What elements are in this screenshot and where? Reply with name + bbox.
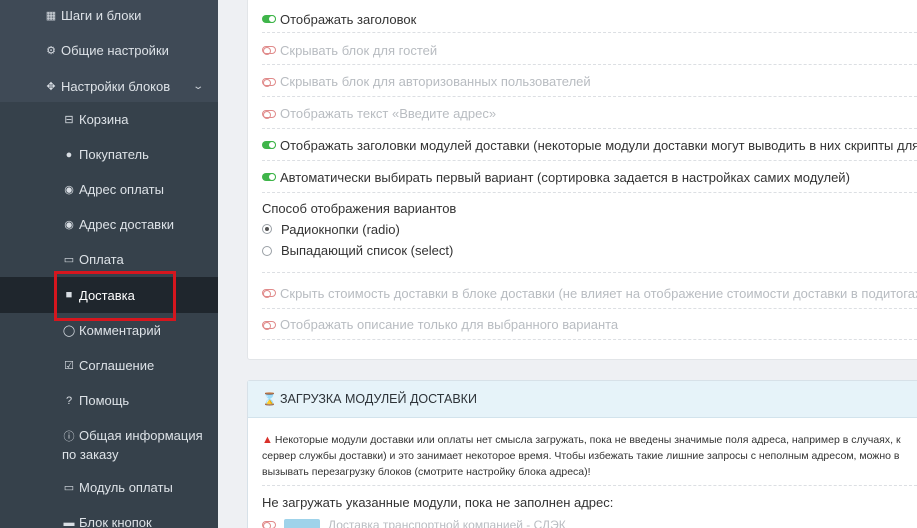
sidebar-item-label: Оплата: [79, 252, 124, 267]
warning-message: ▲ Некоторые модули доставки или оплаты не…: [262, 432, 917, 480]
module-badge: [284, 519, 320, 528]
sidebar-item-label: Настройки блоков: [61, 78, 171, 94]
minus-icon: ▬: [63, 516, 75, 528]
divider: [262, 485, 917, 486]
credit-card-icon: ▭: [63, 254, 75, 266]
sidebar: ▦ Шаги и блоки ⚙ Общие настройки ✥ Настр…: [0, 0, 218, 528]
sidebar-item-steps-blocks[interactable]: ▦ Шаги и блоки: [0, 0, 218, 30]
toggle-row-hide-cost[interactable]: Скрыть стоимость доставки в блоке достав…: [262, 278, 917, 309]
toggle-label: Отображать описание только для выбранног…: [280, 317, 619, 332]
highlight-annotation: [54, 271, 176, 321]
sidebar-item-cart[interactable]: ⊟ Корзина: [0, 102, 218, 137]
toggle-label: Отображать заголовок: [280, 11, 417, 27]
radio-option-radio[interactable]: Радиокнопки (radio): [262, 219, 917, 239]
toggle-off-icon[interactable]: [262, 109, 276, 119]
warning-line: вызывать перезагрузку блоков (смотрите н…: [262, 466, 591, 478]
toggle-off-icon[interactable]: [262, 77, 276, 87]
sidebar-item-help[interactable]: ? Помощь: [0, 383, 218, 418]
sidebar-item-label: Общие настройки: [61, 42, 169, 58]
sidebar-item-label: Модуль оплаты: [79, 480, 173, 495]
question-icon: ?: [65, 394, 73, 407]
gear-icon: ⚙: [46, 44, 56, 57]
sidebar-item-shipping-address[interactable]: ◉ Адрес доставки: [0, 207, 218, 242]
sidebar-item-label-line2: по заказу: [62, 447, 119, 462]
display-mode-label: Способ отображения вариантов: [262, 200, 457, 216]
warning-text: Некоторые модули доставки или оплаты нет…: [274, 434, 901, 446]
sidebar-item-block-settings[interactable]: ✥ Настройки блоков ⌄: [0, 70, 218, 102]
toggle-label: Скрывать блок для авторизованных пользов…: [280, 74, 591, 89]
basket-icon: ⊟: [64, 114, 74, 126]
warning-icon: ▲: [262, 434, 273, 446]
sidebar-item-label: Адрес оплаты: [79, 182, 164, 197]
chevron-down-icon: ⌄: [191, 80, 204, 92]
sidebar-item-label: Общая информация: [79, 428, 203, 443]
sidebar-item-label: Покупатель: [79, 147, 149, 162]
sidebar-item-label-group: ⓘ Общая информация по заказу: [62, 427, 203, 463]
toggle-label: Скрыть стоимость доставки в блоке достав…: [280, 285, 917, 301]
loading-modules-header: ⌛ ЗАГРУЗКА МОДУЛЕЙ ДОСТАВКИ: [248, 381, 917, 418]
toggle-row-enter-address-text[interactable]: Отображать текст «Введите адрес»: [262, 99, 917, 129]
user-icon: ●: [65, 148, 73, 161]
puzzle-icon: ✥: [46, 80, 56, 93]
sidebar-item-payment-module[interactable]: ▭ Модуль оплаты: [0, 470, 218, 505]
radio-checked-icon[interactable]: [262, 224, 272, 234]
warning-line: сервер службы доставки) и это занимает н…: [262, 450, 900, 462]
toggle-on-icon[interactable]: [262, 15, 276, 23]
sidebar-item-label: Шаги и блоки: [61, 7, 142, 23]
sidebar-item-order-info[interactable]: ⓘ Общая информация по заказу: [0, 418, 218, 470]
toggle-row-auto-select-first[interactable]: Автоматически выбирать первый вариант (с…: [262, 162, 917, 193]
toggle-off-icon[interactable]: [262, 320, 276, 330]
warning-line: ▲ Некоторые модули доставки или оплаты не…: [262, 432, 917, 448]
sidebar-item-buyer[interactable]: ● Покупатель: [0, 137, 218, 172]
radio-label: Радиокнопки (radio): [281, 221, 400, 237]
sidebar-item-general-settings[interactable]: ⚙ Общие настройки: [0, 35, 218, 65]
sidebar-item-label: Адрес доставки: [79, 217, 175, 232]
sidebar-item-label: Комментарий: [79, 323, 161, 338]
sidebar-item-buttons-block[interactable]: ▬ Блок кнопок: [0, 505, 218, 528]
toggle-on-icon[interactable]: [262, 141, 276, 149]
toggle-off-icon[interactable]: [262, 289, 276, 298]
toggle-on-icon[interactable]: [262, 173, 276, 181]
grid-icon: ▦: [45, 9, 57, 22]
radio-label: Выпадающий список (select): [281, 243, 454, 258]
toggle-row-show-title[interactable]: Отображать заголовок: [262, 6, 917, 33]
sidebar-item-agreement[interactable]: ☑ Соглашение: [0, 348, 218, 383]
toggle-label: Скрывать блок для гостей: [280, 42, 438, 58]
display-mode-title: Способ отображения вариантов: [262, 199, 917, 217]
toggle-row-module-titles[interactable]: Отображать заголовки модулей доставки (н…: [262, 130, 917, 161]
toggle-label: Отображать заголовки модулей доставки (н…: [280, 137, 917, 153]
sidebar-item-label-row: ⓘ Общая информация: [62, 427, 203, 446]
sidebar-item-label: Корзина: [79, 112, 129, 127]
checkbox-icon: ☑: [64, 360, 74, 372]
sidebar-item-label: Блок кнопок: [79, 515, 152, 528]
radio-option-select[interactable]: Выпадающий список (select): [262, 241, 917, 273]
toggle-off-icon[interactable]: [262, 46, 276, 55]
sidebar-item-label: Соглашение: [79, 358, 155, 373]
section-title: ЗАГРУЗКА МОДУЛЕЙ ДОСТАВКИ: [279, 392, 477, 406]
toggle-row-hide-authorized[interactable]: Скрывать блок для авторизованных пользов…: [262, 67, 917, 97]
sidebar-item-label: Помощь: [79, 393, 130, 408]
module-label: Доставка транспортной компанией - СДЭК: [328, 518, 566, 528]
toggle-label: Отображать текст «Введите адрес»: [280, 106, 497, 121]
toggle-row-description-selected[interactable]: Отображать описание только для выбранног…: [262, 310, 917, 340]
toggle-label: Автоматически выбирать первый вариант (с…: [280, 169, 850, 185]
toggle-off-icon[interactable]: [262, 521, 276, 528]
globe-icon: ◉: [64, 219, 74, 231]
radio-unchecked-icon[interactable]: [262, 246, 272, 256]
info-icon: ⓘ: [63, 431, 75, 443]
module-row[interactable]: Доставка транспортной компанией - СДЭК: [262, 518, 566, 528]
globe-icon: ◉: [64, 184, 74, 196]
comment-icon: ◯: [62, 325, 76, 337]
toggle-row-hide-guests[interactable]: Скрывать блок для гостей: [262, 36, 917, 65]
credit-card-icon: ▭: [63, 482, 75, 494]
sidebar-item-billing-address[interactable]: ◉ Адрес оплаты: [0, 172, 218, 207]
hourglass-icon: ⌛: [262, 392, 277, 406]
not-load-label: Не загружать указанные модули, пока не з…: [262, 495, 614, 510]
